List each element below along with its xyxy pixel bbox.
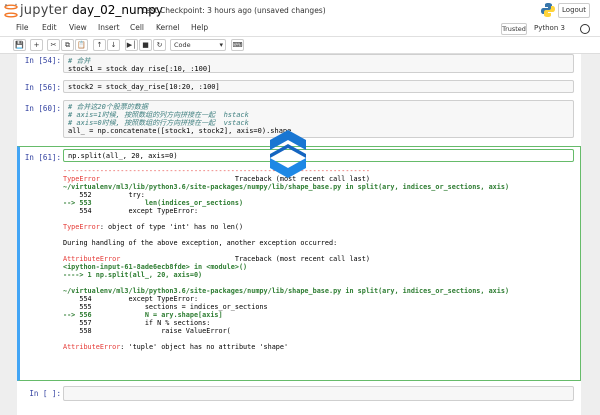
menu-insert[interactable]: Insert <box>98 23 120 32</box>
traceback-file: ~/virtualenv/ml3/lib/python3.6/site-pack… <box>63 287 510 295</box>
traceback-line: 555 sections = indices_or_sections <box>63 303 268 311</box>
logout-button[interactable]: Logout <box>558 3 590 18</box>
move-down-icon[interactable]: ↓ <box>107 39 120 51</box>
checkpoint-status: Last Checkpoint: 3 hours ago (unsaved ch… <box>142 6 326 15</box>
exception-chain-text: During handling of the above exception, … <box>63 239 338 247</box>
error-name: TypeError <box>63 223 100 231</box>
traceback-line: 554 except TypeError: <box>63 295 199 303</box>
notebook-container: In [54]: # 合并 stock1 = stock_day_rise[:1… <box>17 54 581 415</box>
traceback-line: 554 except TypeError: <box>63 207 199 215</box>
cell-prompt: In [ ]: <box>29 389 61 398</box>
code-line: # axis=0时候, 按照数组的行方向拼接在一起 vstack <box>68 119 249 127</box>
cell-input[interactable]: stock2 = stock_day_rise[10:20, :100] <box>63 80 574 93</box>
cell-input[interactable]: np.split(all_, 20, axis=0) <box>63 149 574 162</box>
cut-icon[interactable]: ✂ <box>47 39 60 51</box>
traceback-arrow-line: --> 556 N = ary.shape[axis] <box>63 311 223 319</box>
move-up-icon[interactable]: ↑ <box>93 39 106 51</box>
code-line: all_ = np.concatenate([stock1, stock2], … <box>68 127 292 135</box>
menu-cell[interactable]: Cell <box>130 23 144 32</box>
stop-icon[interactable]: ■ <box>139 39 152 51</box>
error-name: AttributeError <box>63 255 121 263</box>
traceback-line: 557 if N % sections: <box>63 319 211 327</box>
traceback-header: Traceback (most recent call last) <box>234 255 370 263</box>
insert-cell-icon[interactable]: + <box>30 39 43 51</box>
traceback-arrow-line: --> 553 len(indices_or_sections) <box>63 199 244 207</box>
restart-icon[interactable]: ↻ <box>153 39 166 51</box>
traceback-file: ~/virtualenv/ml3/lib/python3.6/site-pack… <box>63 183 510 191</box>
cell-input[interactable]: # 合并这20个股票的数据 # axis=1时候, 按照数组的列方向拼接在一起 … <box>63 100 574 138</box>
keyboard-icon[interactable]: ⌨ <box>231 39 244 51</box>
error-message: : 'tuple' object has no attribute 'shape… <box>120 343 289 351</box>
paste-icon[interactable]: 📋 <box>75 39 88 51</box>
cell-prompt: In [56]: <box>24 83 61 92</box>
kernel-idle-indicator-icon <box>580 24 590 34</box>
menu-view[interactable]: View <box>69 23 87 32</box>
menubar: File Edit View Insert Cell Kernel Help T… <box>0 22 600 37</box>
run-icon[interactable]: ▶│ <box>125 39 138 51</box>
code-cell-54[interactable]: In [54]: # 合并 stock1 = stock_day_rise[:1… <box>17 54 581 74</box>
kernel-name: Python 3 <box>534 24 565 32</box>
cell-prompt: In [54]: <box>24 56 61 65</box>
jupyter-logo-text: jupyter <box>20 3 68 18</box>
menu-help[interactable]: Help <box>191 23 208 32</box>
copy-icon[interactable]: ⧉ <box>61 39 74 51</box>
code-line: stock2 = stock_day_rise[10:20, :100] <box>68 83 220 91</box>
code-cell-61-selected[interactable]: In [61]: np.split(all_, 20, axis=0) ----… <box>17 146 581 381</box>
toolbar: 💾 + ✂ ⧉ 📋 ↑ ↓ ▶│ ■ ↻ Code ⌨ <box>0 37 600 54</box>
cell-input[interactable] <box>63 386 574 401</box>
cell-prompt: In [60]: <box>24 104 61 113</box>
menu-file[interactable]: File <box>16 23 29 32</box>
code-line: stock1 = stock_day_rise[:10, :100] <box>68 65 212 73</box>
code-line: np.split(all_, 20, axis=0) <box>68 152 178 160</box>
header: jupyter day_02_numpy Last Checkpoint: 3 … <box>0 0 600 22</box>
code-line: # 合并 <box>68 57 91 65</box>
cell-prompt: In [61]: <box>24 153 61 162</box>
menu-edit[interactable]: Edit <box>42 23 57 32</box>
python-logo-icon <box>541 3 555 17</box>
code-cell-empty[interactable]: In [ ]: <box>17 386 581 402</box>
traceback-line: 552 try: <box>63 191 145 199</box>
traceback-arrow-line: ----> 1 np.split(all_, 20, axis=0) <box>63 271 203 279</box>
traceback-rule: ----------------------------------------… <box>63 167 370 175</box>
code-line: # axis=1时候, 按照数组的列方向拼接在一起 hstack <box>68 111 249 119</box>
error-name: TypeError <box>63 175 100 183</box>
error-message: : object of type 'int' has no len() <box>99 223 244 231</box>
traceback-line: 558 raise ValueError( <box>63 327 231 335</box>
code-line: # 合并这20个股票的数据 <box>68 103 148 111</box>
code-cell-56[interactable]: In [56]: stock2 = stock_day_rise[10:20, … <box>17 80 581 94</box>
jupyter-logo-icon <box>4 3 18 18</box>
trusted-badge[interactable]: Trusted <box>501 23 527 35</box>
cell-output-traceback: ----------------------------------------… <box>63 167 574 351</box>
menu-kernel[interactable]: Kernel <box>156 23 180 32</box>
traceback-input: <ipython-input-61-8ade6ecb8fde> in <modu… <box>63 263 248 271</box>
cell-input[interactable]: # 合并 stock1 = stock_day_rise[:10, :100] <box>63 54 574 73</box>
cell-type-select[interactable]: Code <box>170 39 226 51</box>
save-icon[interactable]: 💾 <box>13 39 26 51</box>
watermark-logo-icon <box>270 130 306 178</box>
error-name: AttributeError <box>63 343 121 351</box>
